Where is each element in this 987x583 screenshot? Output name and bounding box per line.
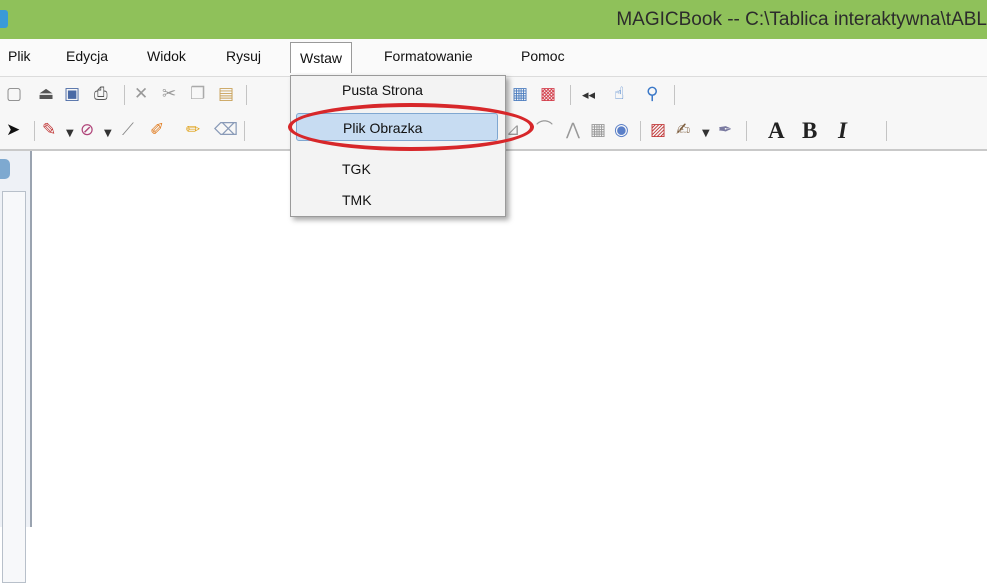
menu-wstaw[interactable]: Wstaw: [290, 42, 352, 73]
font-a-button[interactable]: A: [768, 118, 785, 144]
app-icon[interactable]: [0, 10, 8, 28]
pointer-hand-icon[interactable]: ☝: [614, 84, 624, 104]
highlighter-icon[interactable]: ✏: [186, 120, 200, 140]
cut-icon[interactable]: ✂: [162, 84, 176, 104]
menu-item-tmk[interactable]: TMK: [296, 186, 498, 214]
highlight-ellipse: [288, 103, 534, 151]
side-scrollbar[interactable]: [2, 191, 26, 583]
text-color-icon[interactable]: ✍: [676, 120, 690, 140]
whiteboard-canvas[interactable]: [34, 153, 987, 527]
pen-icon[interactable]: ✎: [42, 120, 56, 140]
brush-icon[interactable]: ✐: [150, 120, 164, 140]
copy-icon[interactable]: ❐: [190, 84, 205, 104]
pen-color-icon[interactable]: ✒: [718, 120, 732, 140]
select-arrow-icon[interactable]: ➤: [6, 120, 20, 140]
toolbar-separator: [674, 85, 675, 105]
panel-toggle-icon[interactable]: [0, 159, 10, 179]
dropdown-arrow-icon[interactable]: ▼: [104, 124, 112, 144]
title-bar: MAGICBook -- C:\Tablica interaktywna\tAB…: [0, 0, 987, 39]
print-icon[interactable]: ⎙: [94, 84, 108, 104]
eraser-icon[interactable]: ⌫: [214, 120, 238, 140]
menu-edycja[interactable]: Edycja: [66, 48, 108, 64]
menu-pomoc[interactable]: Pomoc: [521, 48, 565, 64]
grid-icon[interactable]: ▦: [512, 84, 528, 104]
toolbar-separator: [570, 85, 571, 105]
dropdown-arrow-icon[interactable]: ▼: [702, 124, 710, 144]
delete-icon[interactable]: ✕: [134, 84, 148, 104]
toolbar-separator: [886, 121, 887, 141]
calculator-icon[interactable]: ▦: [590, 120, 606, 140]
bold-button[interactable]: B: [802, 118, 817, 144]
side-panel: [0, 151, 32, 583]
toolbar-separator: [244, 121, 245, 141]
italic-button[interactable]: I: [838, 118, 847, 144]
toolbar-separator: [640, 121, 641, 141]
paste-icon[interactable]: ▤: [218, 84, 234, 104]
magnifier-icon[interactable]: ⚲: [646, 84, 658, 104]
toolbar-separator: [124, 85, 125, 105]
dropdown-arrow-icon[interactable]: ▼: [66, 124, 74, 144]
fill-icon[interactable]: ▨: [650, 120, 666, 140]
new-page-icon[interactable]: ▢: [6, 84, 22, 104]
toolbar-separator: [746, 121, 747, 141]
menu-item-tgk[interactable]: TGK: [296, 155, 498, 183]
shape-icon[interactable]: ⊘: [80, 120, 94, 140]
window-title: MAGICBook -- C:\Tablica interaktywna\tAB…: [616, 9, 987, 30]
menu-item-blank-page[interactable]: Pusta Strona: [296, 76, 498, 104]
save-icon[interactable]: ▣: [64, 84, 80, 104]
menu-rysuj[interactable]: Rysuj: [226, 48, 261, 64]
menu-bar: Plik Edycja Widok Rysuj Wstaw Formatowan…: [0, 39, 987, 77]
clock-icon[interactable]: ◉: [614, 120, 629, 140]
compass-icon[interactable]: ⋀: [566, 120, 580, 140]
open-icon[interactable]: ⏏: [38, 84, 54, 104]
line-icon[interactable]: ⟋: [122, 120, 134, 140]
menu-plik[interactable]: Plik: [8, 48, 31, 64]
arc-icon[interactable]: ⌒: [536, 120, 553, 140]
menu-widok[interactable]: Widok: [147, 48, 186, 64]
menu-formatowanie[interactable]: Formatowanie: [384, 48, 473, 64]
toolbar-separator: [246, 85, 247, 105]
toolbar-separator: [34, 121, 35, 141]
screen-capture-icon[interactable]: ▩: [540, 84, 556, 104]
rewind-icon[interactable]: ◂◂: [582, 86, 595, 106]
